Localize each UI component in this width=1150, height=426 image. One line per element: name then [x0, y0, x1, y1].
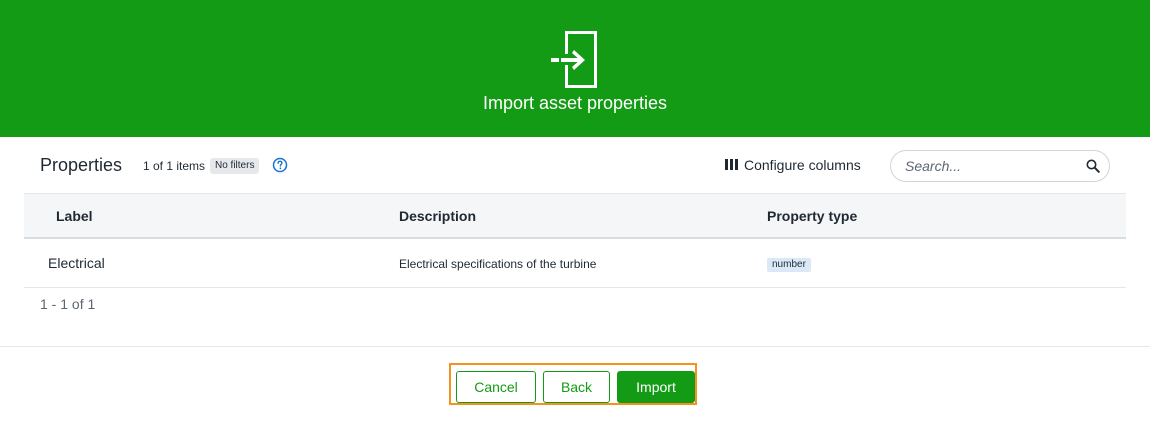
row-description: Electrical specifications of the turbine: [399, 257, 597, 271]
pagination-summary: 1 - 1 of 1: [40, 296, 96, 312]
question-circle-icon[interactable]: [272, 157, 288, 173]
table-header: Label Description Property type: [24, 193, 1126, 239]
cancel-button[interactable]: Cancel: [456, 371, 536, 403]
item-count: 1 of 1 items: [143, 159, 206, 173]
column-header-description[interactable]: Description: [399, 208, 476, 225]
header-banner: Import asset properties: [0, 0, 1150, 137]
page-title: Import asset properties: [482, 93, 668, 113]
properties-table: Label Description Property type Electric…: [24, 193, 1126, 288]
property-type-badge: number: [767, 258, 811, 272]
back-button[interactable]: Back: [543, 371, 610, 403]
section-title: Properties: [40, 155, 123, 175]
table-row[interactable]: Electrical Electrical specifications of …: [24, 239, 1126, 288]
import-button[interactable]: Import: [617, 371, 695, 403]
action-button-group: Cancel Back Import: [449, 363, 697, 405]
properties-toolbar: Properties 1 of 1 items No filters Confi…: [24, 137, 1126, 193]
filter-badge: No filters: [210, 158, 260, 174]
columns-icon: [725, 159, 738, 170]
search-icon[interactable]: [1086, 159, 1100, 173]
column-header-property-type[interactable]: Property type: [767, 208, 857, 225]
import-icon: [551, 31, 597, 88]
search-field[interactable]: [890, 150, 1110, 182]
row-label: Electrical: [48, 255, 105, 271]
search-input[interactable]: [905, 157, 1075, 175]
column-header-label[interactable]: Label: [56, 208, 93, 225]
footer-divider: [0, 346, 1150, 347]
configure-columns-label: Configure columns: [744, 157, 861, 173]
